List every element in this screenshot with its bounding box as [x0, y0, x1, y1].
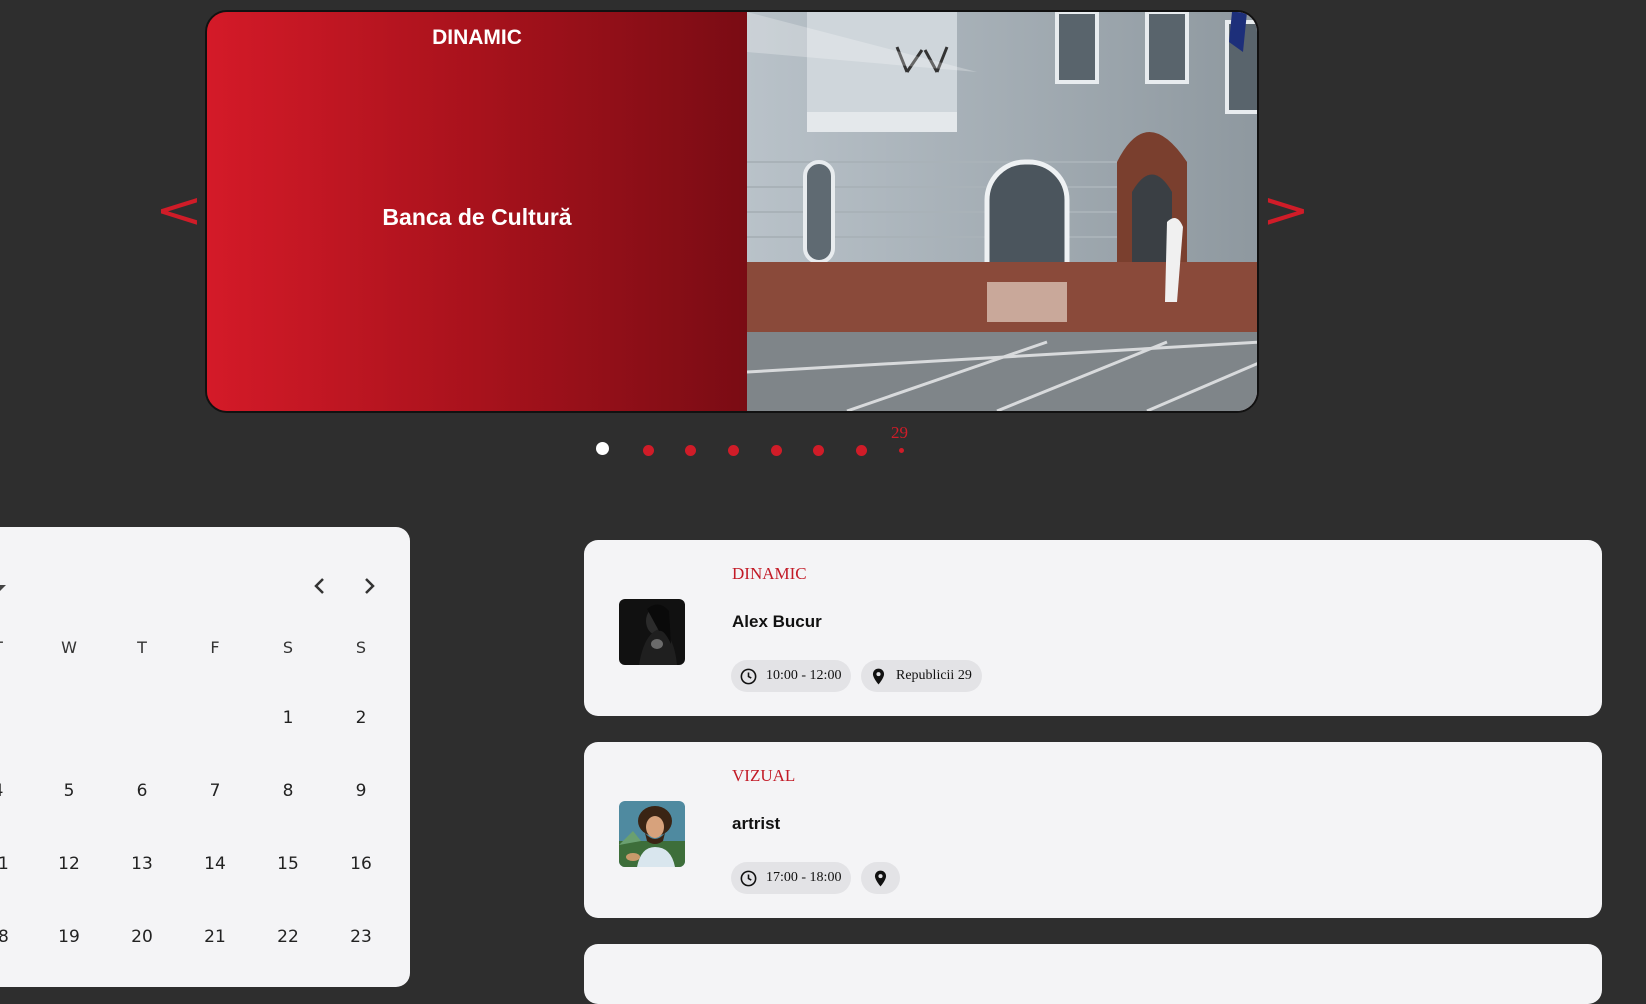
calendar-day[interactable]: 21 [195, 927, 235, 947]
featured-carousel: DINAMIC Banca de Cultură [205, 10, 1259, 413]
calendar-day[interactable]: 14 [195, 854, 235, 874]
carousel-next-arrow[interactable]: > [1262, 185, 1310, 235]
carousel-dot[interactable] [813, 445, 824, 456]
event-category: DINAMIC [732, 564, 807, 583]
calendar-day[interactable]: 4 [0, 781, 18, 801]
calendar-day[interactable]: 16 [341, 854, 381, 874]
event-card[interactable]: VIZUAL artrist 17:00 - 18:00 [584, 742, 1602, 918]
calendar-day[interactable]: 8 [268, 781, 308, 801]
carousel-dot[interactable] [771, 445, 782, 456]
calendar-day[interactable]: 18 [0, 927, 18, 947]
calendar-prev-month-button[interactable] [308, 574, 332, 598]
event-location-pill: Republicii 29 [861, 660, 982, 692]
calendar-day[interactable]: 5 [49, 781, 89, 801]
calendar-day[interactable]: 22 [268, 927, 308, 947]
carousel-dot[interactable] [728, 445, 739, 456]
event-thumbnail [619, 599, 685, 665]
event-card[interactable] [584, 944, 1602, 1004]
carousel-dot[interactable] [596, 442, 609, 455]
calendar-day[interactable]: 11 [0, 854, 18, 874]
calendar-day[interactable]: 9 [341, 781, 381, 801]
calendar-day[interactable]: 23 [341, 927, 381, 947]
calendar-day[interactable]: 12 [49, 854, 89, 874]
carousel-prev-arrow[interactable]: < [155, 185, 203, 235]
clock-icon [740, 870, 757, 886]
event-title: Alex Bucur [732, 612, 822, 631]
calendar-day[interactable]: 6 [122, 781, 162, 801]
carousel-dot-label: 29 [891, 423, 908, 442]
building-image [747, 12, 1257, 411]
calendar-day[interactable]: 2 [341, 708, 381, 728]
event-location: Republicii 29 [896, 668, 972, 683]
event-time: 17:00 - 18:00 [766, 870, 842, 885]
slide-text-panel[interactable]: DINAMIC Banca de Cultură [207, 12, 747, 411]
location-pin-icon [874, 870, 887, 886]
event-card[interactable]: DINAMIC Alex Bucur 10:00 - 12:00 Republi… [584, 540, 1602, 716]
chevron-left-icon [314, 578, 324, 594]
weekday-header: S [355, 638, 367, 657]
calendar-day[interactable]: 1 [268, 708, 308, 728]
carousel-dot[interactable] [899, 448, 904, 453]
calendar-day[interactable]: 7 [195, 781, 235, 801]
event-category: VIZUAL [732, 766, 796, 785]
event-location-pill [861, 862, 900, 894]
event-time-pill: 10:00 - 12:00 [731, 660, 852, 692]
event-time-pill: 17:00 - 18:00 [731, 862, 852, 894]
performer-photo-icon [619, 599, 685, 665]
painter-photo-icon [619, 801, 685, 867]
event-thumbnail [619, 801, 685, 867]
weekday-header: F [210, 638, 220, 657]
calendar-day[interactable]: 19 [49, 927, 89, 947]
slide-title: Banca de Cultură [382, 204, 572, 230]
calendar-panel [0, 527, 410, 987]
month-dropdown-caret-icon[interactable] [0, 585, 6, 591]
weekday-header: W [61, 638, 77, 657]
event-title: artrist [732, 814, 781, 833]
weekday-header: T [137, 638, 147, 657]
slide-category: DINAMIC [432, 26, 522, 49]
chevron-right-icon [365, 578, 375, 594]
event-time: 10:00 - 12:00 [766, 668, 842, 683]
slide-building-photo [747, 12, 1257, 411]
weekday-header: S [282, 638, 294, 657]
calendar-day[interactable]: 20 [122, 927, 162, 947]
calendar-day[interactable]: 15 [268, 854, 308, 874]
carousel-dot[interactable] [685, 445, 696, 456]
location-pin-icon [872, 668, 885, 684]
carousel-dot[interactable] [643, 445, 654, 456]
calendar-next-month-button[interactable] [357, 574, 381, 598]
carousel-dot[interactable] [856, 445, 867, 456]
calendar-day[interactable]: 13 [122, 854, 162, 874]
clock-icon [740, 668, 757, 684]
weekday-header: T [0, 638, 18, 657]
